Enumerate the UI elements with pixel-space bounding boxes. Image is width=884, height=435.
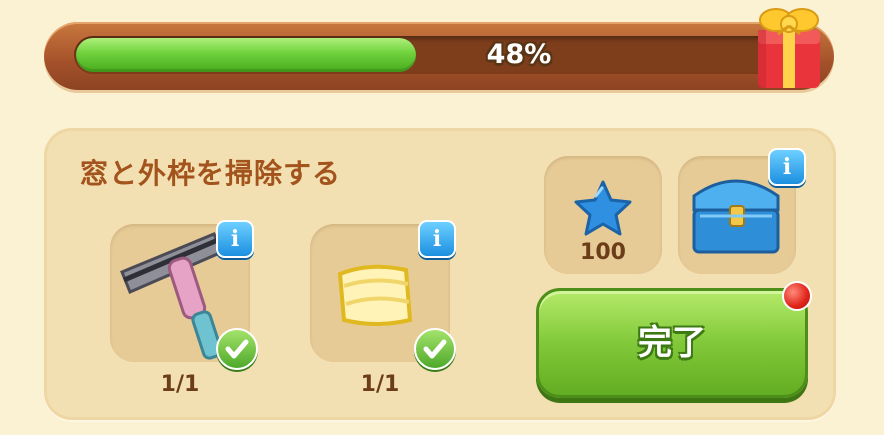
task-item-count: 1/1 <box>360 372 400 397</box>
progress-fill <box>76 38 416 72</box>
check-icon <box>216 328 258 370</box>
task-item-slot-squeegee[interactable]: i <box>110 220 258 370</box>
progress-bar: 48% <box>44 22 834 90</box>
info-icon[interactable]: i <box>768 148 806 186</box>
complete-button-label: 完了 <box>638 323 706 363</box>
progress-track: 48% <box>74 36 786 74</box>
info-icon[interactable]: i <box>216 220 254 258</box>
reward-slot-stars: 100 <box>544 156 662 274</box>
task-item-count: 1/1 <box>160 372 200 397</box>
task-title: 窓と外枠を掃除する <box>80 157 342 190</box>
progress-percent-label: 48% <box>486 39 552 70</box>
info-icon[interactable]: i <box>418 220 456 258</box>
reward-slot-chest[interactable]: i <box>678 148 806 274</box>
task-panel: 窓と外枠を掃除する i 1/1 i 1/1 100 i 完了 <box>44 128 836 420</box>
notification-dot <box>782 281 812 311</box>
check-icon <box>414 328 456 370</box>
complete-button[interactable]: 完了 <box>536 288 808 398</box>
task-item-slot-cloth[interactable]: i <box>310 220 456 370</box>
gift-box-icon[interactable] <box>748 0 830 92</box>
reward-amount: 100 <box>580 240 626 265</box>
